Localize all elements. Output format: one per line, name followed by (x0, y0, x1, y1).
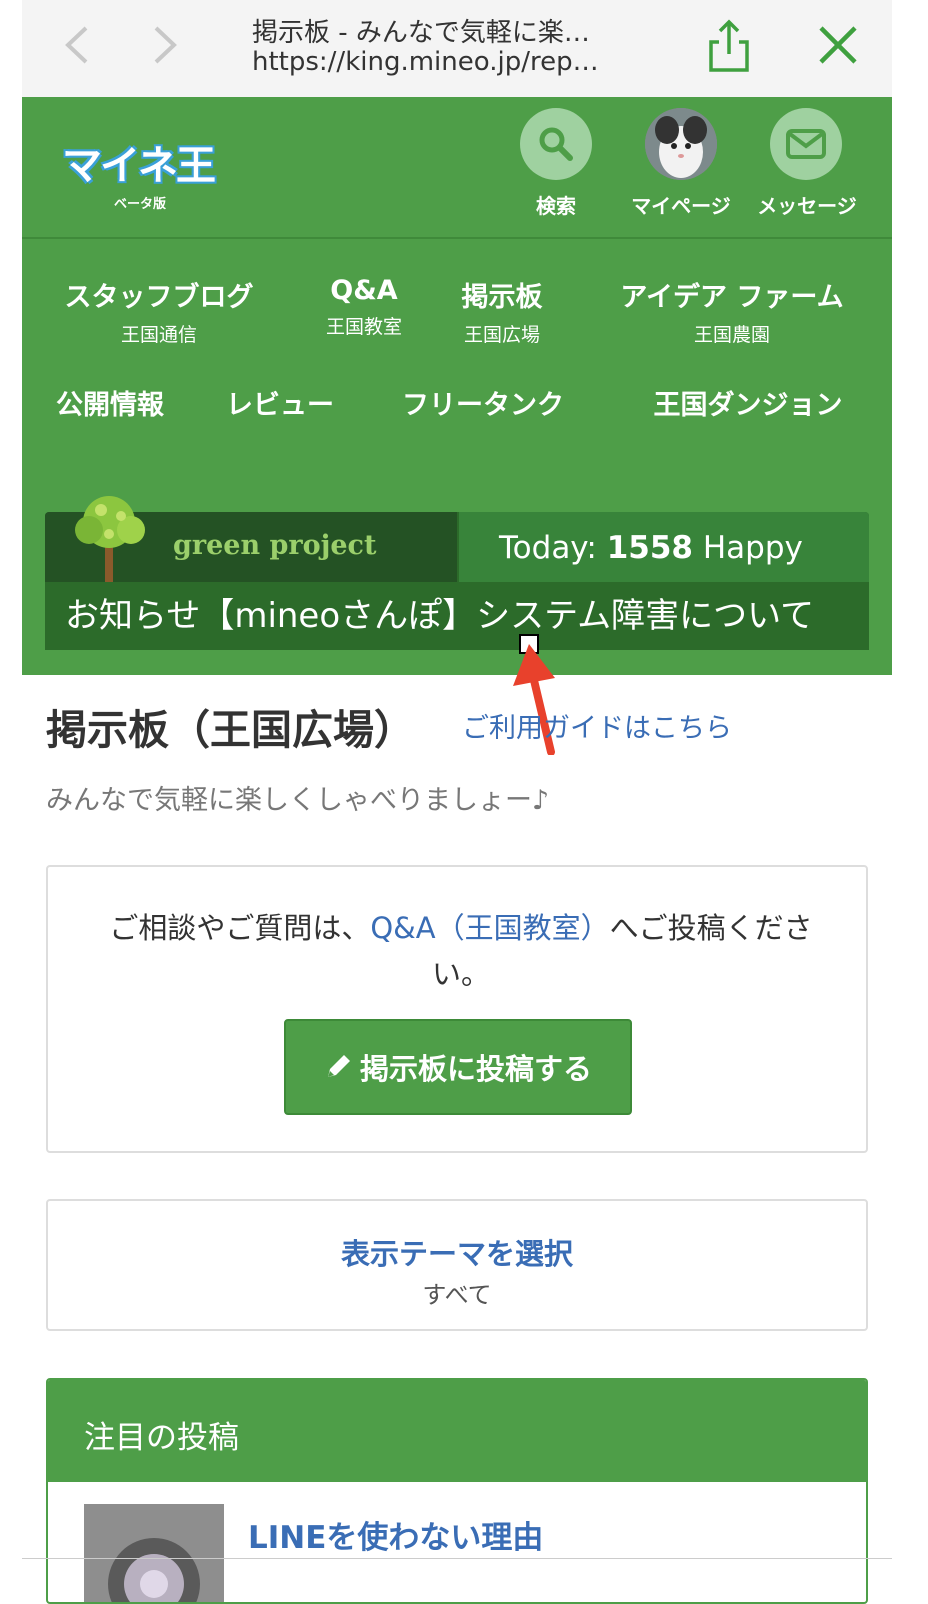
notice-bar[interactable]: お知らせ【mineoさんぽ】システム障害について (45, 584, 869, 650)
featured-title: 注目の投稿 (84, 1420, 239, 1456)
browser-page-title: 掲示板 - みんなで気軽に楽… (252, 18, 590, 48)
nav-free-tank[interactable]: フリータンク (394, 383, 572, 422)
envelope-icon (786, 129, 826, 159)
browser-url[interactable]: https://king.mineo.jp/rep… (252, 47, 672, 77)
nav-qa[interactable]: Q&A 王国教室 (312, 275, 416, 339)
page-subtitle: みんなで気軽に楽しくしゃべりましょー♪ (46, 785, 550, 816)
logo-text: マイネ王 (62, 143, 216, 189)
nav-label: 王国ダンジョン (653, 390, 843, 421)
qa-notice-text: ご相談やご質問は、Q&A（王国教室）へご投稿ください。 (86, 905, 836, 997)
green-project-logo[interactable]: green project (45, 496, 457, 582)
logo-sub: ベータ版 (114, 197, 167, 212)
header-divider (22, 237, 892, 239)
search-icon (539, 127, 573, 161)
qa-link[interactable]: Q&A（王国教室） (370, 911, 609, 945)
qa-prefix: ご相談やご質問は、 (109, 911, 371, 945)
theme-selector-title[interactable]: 表示テーマを選択 (48, 1231, 866, 1273)
nav-review[interactable]: レビュー (220, 383, 340, 422)
close-icon[interactable] (817, 24, 859, 66)
nav-staff-blog[interactable]: スタッフブログ 王国通信 (58, 275, 260, 347)
featured-header: 注目の投稿 (48, 1380, 866, 1482)
today-suffix: Happy (692, 530, 803, 566)
chevron-left-icon[interactable] (58, 22, 98, 68)
nav-sublabel: 王国通信 (120, 324, 197, 346)
theme-selector-value: すべて (422, 1281, 492, 1309)
message-label[interactable]: メッセージ (746, 190, 868, 219)
nav-label: アイデア ファーム (620, 282, 844, 313)
tree-icon (75, 496, 145, 582)
pencil-icon (327, 1055, 350, 1077)
mypage-label[interactable]: マイページ (620, 190, 742, 219)
chevron-right-icon[interactable] (144, 22, 184, 68)
nav-label: フリータンク (402, 390, 564, 421)
message-button[interactable] (770, 108, 842, 180)
featured-thumbnail[interactable] (84, 1504, 224, 1602)
today-happy-text: Today: 1558 Happy (499, 530, 803, 566)
guide-link[interactable]: ご利用ガイドはこちら (462, 706, 732, 745)
site-logo[interactable]: マイネ王 ベータ版 (62, 133, 222, 213)
green-project-text: green project (173, 530, 377, 561)
nav-label: Q&A (330, 275, 398, 306)
qa-notice-box: ご相談やご質問は、Q&A（王国教室）へご投稿ください。 掲示板に投稿する (46, 865, 868, 1153)
nav-sublabel: 王国教室 (325, 316, 402, 338)
post-button-label: 掲示板に投稿する (359, 1052, 592, 1086)
nav-label: レビュー (226, 390, 334, 421)
nav-label: スタッフブログ (64, 282, 254, 313)
site-header: マイネ王 ベータ版 検索 マイページ メッセージ スタッフブログ 王国通信 Q&… (22, 97, 892, 675)
featured-posts-panel: 注目の投稿 LINEを使わない理由 (46, 1378, 868, 1604)
nav-label: 公開情報 (56, 390, 164, 421)
today-happy-counter: Today: 1558 Happy (459, 512, 869, 582)
today-count: 1558 (606, 530, 693, 566)
avatar[interactable] (645, 108, 717, 180)
nav-board[interactable]: 掲示板 王国広場 (450, 275, 554, 347)
search-button[interactable] (520, 108, 592, 180)
post-to-board-button[interactable]: 掲示板に投稿する (284, 1019, 632, 1115)
divider (22, 1558, 892, 1559)
nav-sublabel: 王国広場 (463, 324, 540, 346)
today-prefix: Today: (499, 530, 607, 566)
search-label[interactable]: 検索 (516, 190, 596, 219)
green-project-banner[interactable]: green project Today: 1558 Happy お知らせ【min… (45, 496, 869, 650)
notice-text[interactable]: お知らせ【mineoさんぽ】システム障害について (65, 588, 814, 637)
nav-label: 掲示板 (461, 282, 543, 313)
page-title: 掲示板（王国広場） (46, 706, 415, 754)
page: 掲示板 - みんなで気軽に楽… https://king.mineo.jp/re… (0, 0, 928, 1604)
featured-post-link[interactable]: LINEを使わない理由 (248, 1512, 543, 1557)
browser-bar: 掲示板 - みんなで気軽に楽… https://king.mineo.jp/re… (22, 0, 892, 97)
theme-selector[interactable]: 表示テーマを選択 すべて (46, 1199, 868, 1331)
share-icon[interactable] (707, 18, 751, 74)
nav-sublabel: 王国農園 (693, 324, 770, 346)
nav-dungeon[interactable]: 王国ダンジョン (644, 383, 852, 422)
nav-public-info[interactable]: 公開情報 (50, 383, 170, 422)
nav-idea-farm[interactable]: アイデア ファーム 王国農園 (612, 275, 852, 347)
